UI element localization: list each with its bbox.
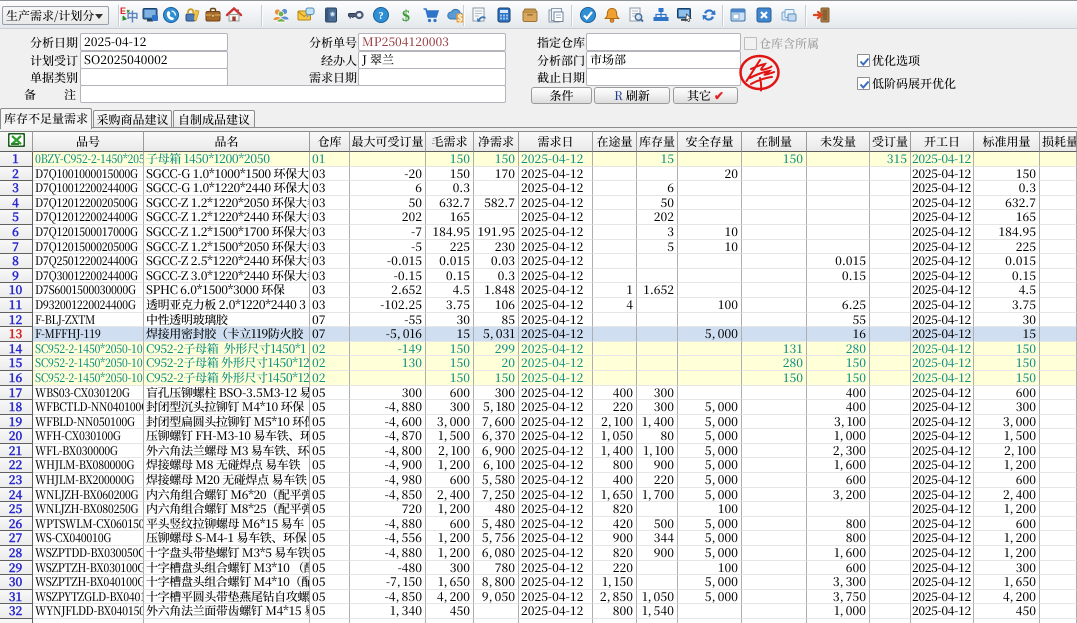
svg-text:$: $: [402, 8, 410, 24]
svg-text:E: E: [120, 6, 126, 17]
svg-text:中: 中: [127, 9, 139, 24]
svg-text:$: $: [457, 11, 462, 24]
svg-text:?: ?: [378, 10, 384, 22]
